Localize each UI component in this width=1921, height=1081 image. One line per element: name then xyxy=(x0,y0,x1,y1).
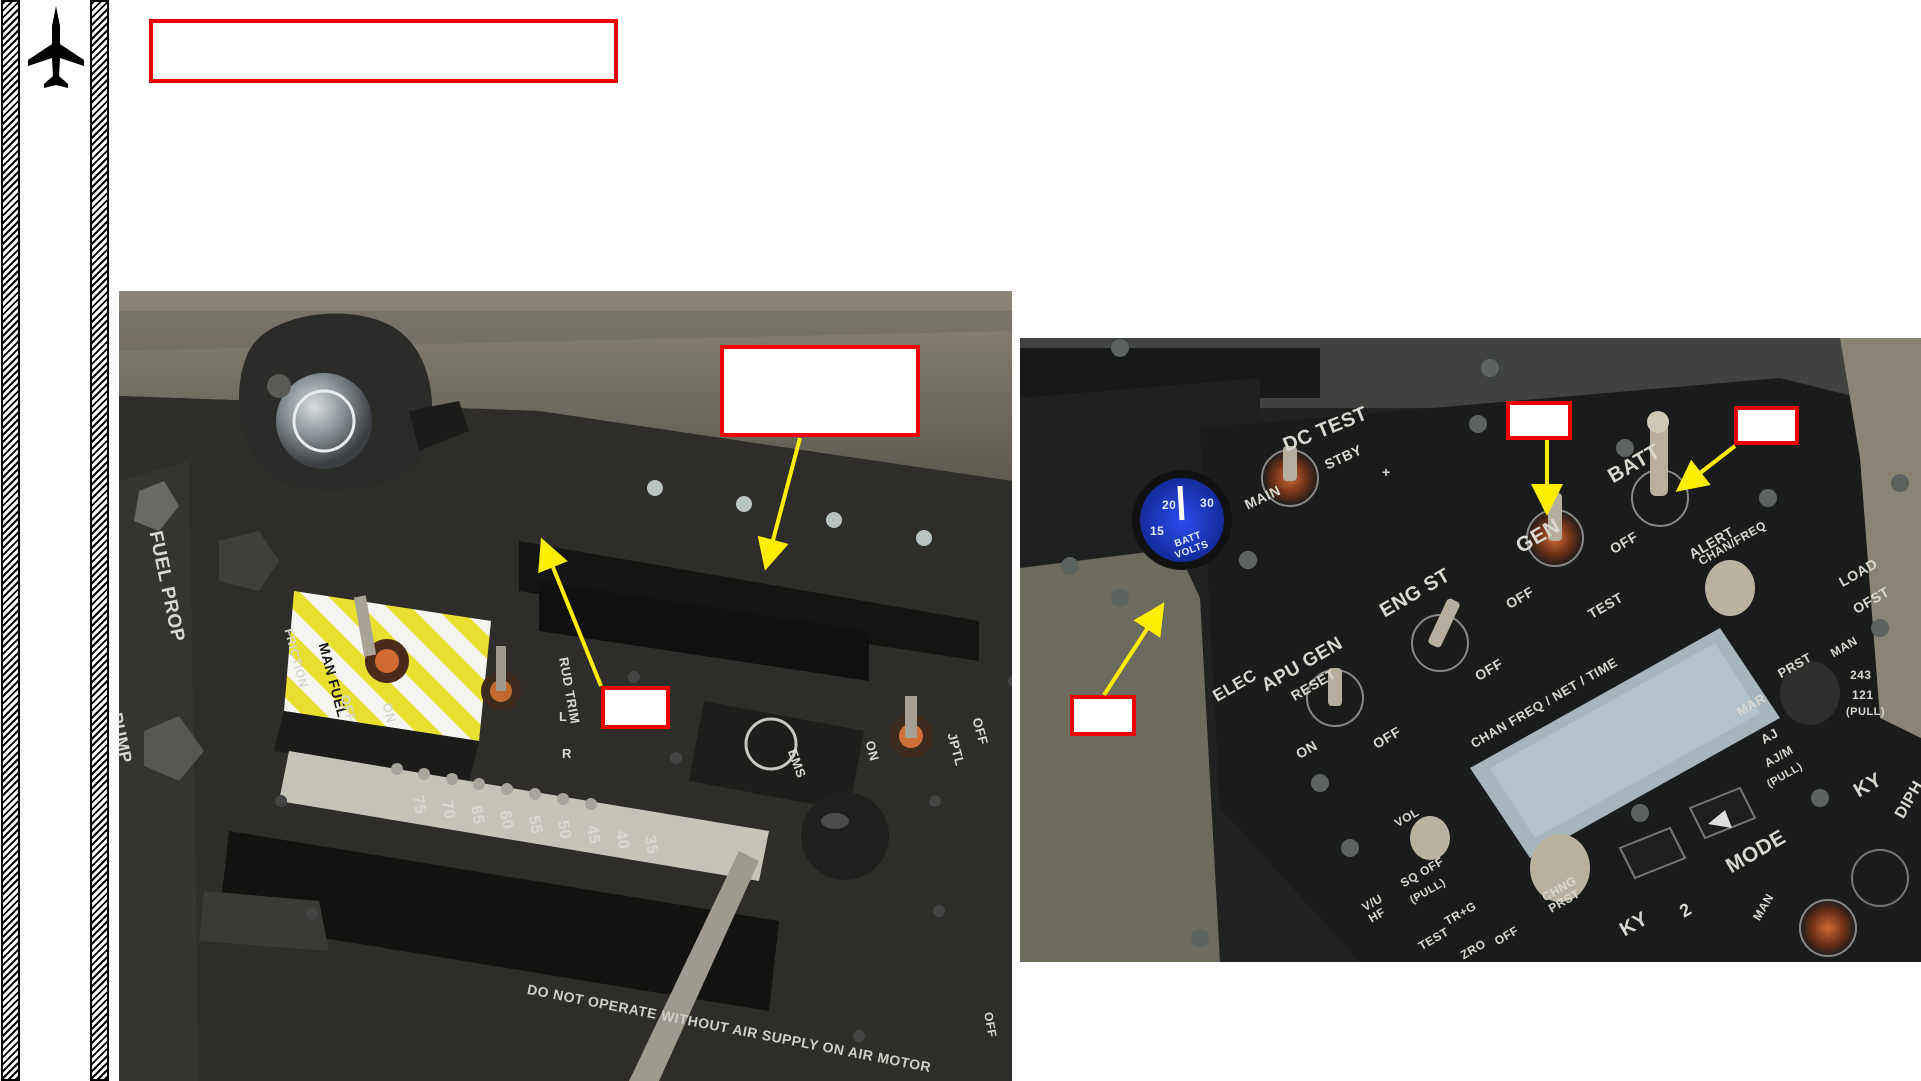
gauge-tick-15: 15 xyxy=(1150,524,1165,538)
electrical-panel-photo: DC TEST MAIN STBY + GEN OFF TEST BATT OF… xyxy=(1020,338,1921,962)
scale-tick-label: 60 xyxy=(495,809,516,831)
scale-tick-label: 45 xyxy=(582,824,603,846)
throttle-quadrant-photo: FUEL PROP PUMP FRICTION MAN FUEL OFF ON … xyxy=(119,291,1012,1081)
aircraft-icon xyxy=(28,6,84,88)
gauge-tick-20: 20 xyxy=(1162,498,1177,512)
scale-tick-label: 35 xyxy=(640,834,661,856)
scale-tick-label: 70 xyxy=(437,799,458,821)
label-rud-trim-l: L xyxy=(559,709,568,724)
label-121: 121 xyxy=(1852,688,1874,702)
callout-box-gen xyxy=(1506,401,1572,440)
title-callout-box xyxy=(149,19,618,83)
callout-box-gauge xyxy=(1070,695,1136,736)
label-121-pull: (PULL) xyxy=(1846,706,1886,718)
label-rud-trim-r: R xyxy=(562,746,572,761)
right-rail-hatch xyxy=(90,0,109,1081)
callout-box-left-lever xyxy=(601,686,670,729)
left-rail-hatch xyxy=(1,0,20,1081)
label-243: 243 xyxy=(1850,668,1872,682)
callout-box-brush-slot xyxy=(720,345,920,437)
label-plus: + xyxy=(1382,464,1391,480)
scale-tick-label: 50 xyxy=(553,819,574,841)
scale-tick-label: 75 xyxy=(408,794,429,816)
throttle-scale: 75 70 65 60 55 50 45 40 35 xyxy=(408,794,769,856)
scale-tick-label: 55 xyxy=(524,814,545,836)
callout-box-batt xyxy=(1734,406,1799,445)
scale-tick-label: 40 xyxy=(611,829,632,851)
gauge-tick-30: 30 xyxy=(1200,496,1215,510)
scale-tick-label: 65 xyxy=(466,804,487,826)
